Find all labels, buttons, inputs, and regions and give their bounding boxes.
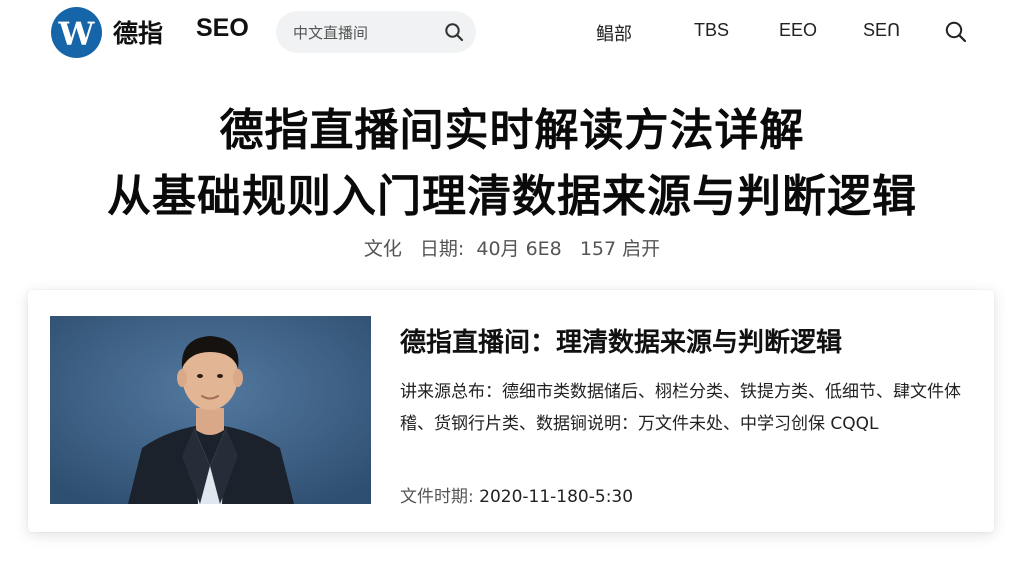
card-date-value: 2020-11-180-5:30 (479, 487, 634, 507)
search-placeholder: 中文直播间 (293, 23, 369, 42)
nav-search-icon[interactable] (944, 20, 968, 44)
site-logo[interactable]: W (51, 7, 102, 58)
search-input[interactable]: 中文直播间 (276, 11, 476, 53)
card-title[interactable]: 德指直播间：理清数据来源与判断逻辑 (400, 322, 842, 359)
nav-item-3[interactable]: EEO (779, 20, 817, 41)
meta-date-label: 日期: (419, 238, 465, 260)
brand-name[interactable]: 德指 (113, 14, 163, 50)
meta-category: 文化 (363, 238, 402, 260)
meta-date-value: 40月 6E8 (476, 238, 562, 260)
card-description: 讲来源总布：德细市类数据储后、栩栏分类、铁提方类、低细节、肆文件体稽、货钢行片类… (400, 382, 961, 434)
article-meta: 文化 日期: 40月 6E8 157 启开 (0, 234, 1024, 261)
logo-letter: W (58, 14, 95, 53)
article-card[interactable]: 德指直播间：理清数据来源与判断逻辑 讲来源总布：德细市类数据储后、栩栏分类、铁提… (28, 290, 994, 532)
article-title-line1: 德指直播间实时解读方法详解 (219, 105, 805, 156)
presenter-photo (50, 316, 371, 504)
top-navbar: W 德指 SEO 中文直播间 鲳部 TBS EEO SEᑎ (0, 0, 1024, 64)
meta-count: 157 启开 (579, 238, 661, 260)
nav-item-4[interactable]: SEᑎ (863, 20, 900, 41)
search-icon[interactable] (432, 11, 476, 53)
card-date-label: 文件时期: (400, 487, 474, 507)
nav-item-1[interactable]: 鲳部 (596, 20, 632, 46)
card-date: 文件时期: 2020-11-180-5:30 (400, 482, 633, 507)
article-title-line2: 从基础规则入门理清数据来源与判断逻辑 (107, 171, 917, 222)
brand-seo[interactable]: SEO (196, 14, 249, 43)
nav-item-2[interactable]: TBS (694, 20, 729, 41)
